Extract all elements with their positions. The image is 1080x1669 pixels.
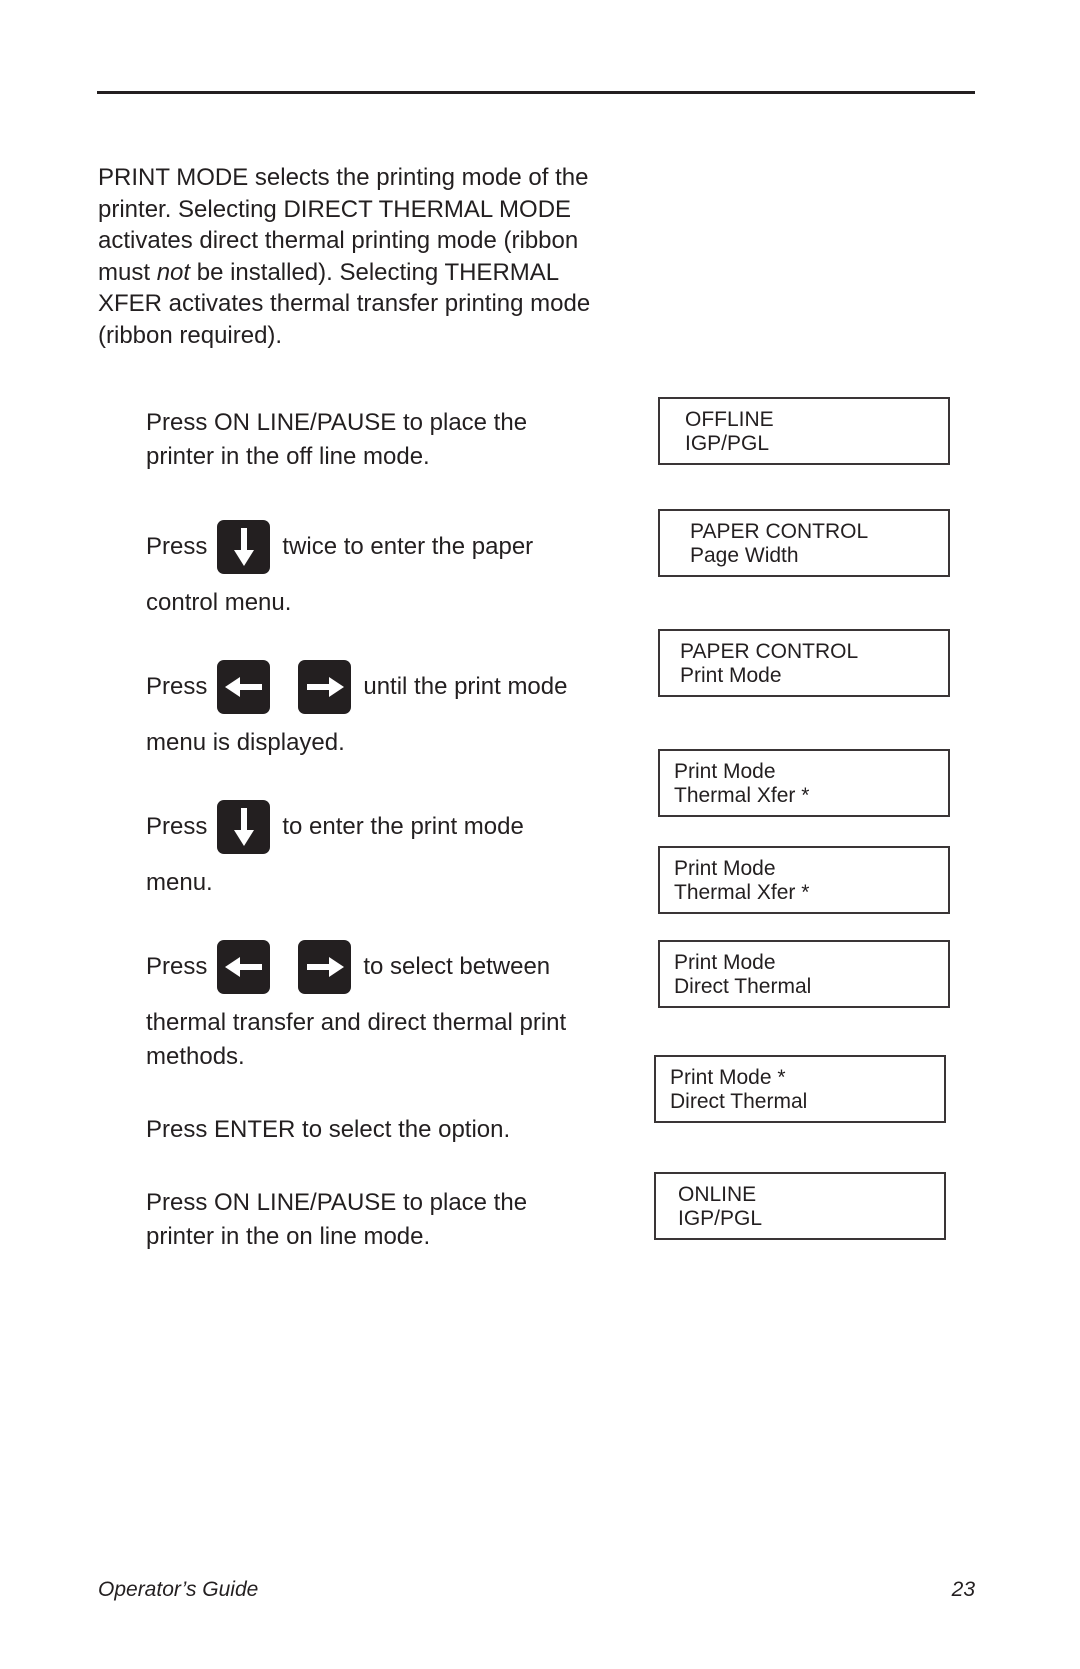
down-arrow-key-icon — [217, 800, 271, 854]
lcd-display: Print Mode * Direct Thermal — [654, 1055, 946, 1123]
lcd-line-1: Print Mode * — [670, 1066, 786, 1089]
step-continuation: control menu. — [146, 589, 292, 616]
lcd-line-2: Thermal Xfer * — [674, 784, 810, 807]
right-arrow-key-icon — [298, 660, 352, 714]
step-prefix: Press — [146, 813, 208, 840]
step-prefix: Press — [146, 673, 208, 700]
lcd-line-1: PAPER CONTROL — [690, 520, 869, 543]
lcd-line-1: PAPER CONTROL — [680, 640, 859, 663]
step-3: Press until the print mode menu is displ… — [146, 660, 567, 760]
step-suffix: to enter the print mode — [282, 813, 524, 840]
header-rule — [97, 91, 975, 94]
intro-paragraph: PRINT MODE selects the printing mode of … — [98, 162, 598, 351]
lcd-line-1: OFFLINE — [685, 408, 774, 431]
lcd-line-2: Direct Thermal — [670, 1090, 808, 1113]
step-6: Press ENTER to select the option. — [146, 1113, 510, 1147]
lcd-line-2: IGP/PGL — [678, 1207, 763, 1230]
lcd-display: PAPER CONTROL Print Mode — [658, 629, 950, 697]
step-5: Press to select between thermal transfer… — [146, 940, 576, 1074]
step-text: Press ENTER to select the option. — [146, 1116, 511, 1143]
lcd-display: OFFLINE IGP/PGL — [658, 397, 950, 465]
left-arrow-key-icon — [217, 940, 271, 994]
lcd-line-1: Print Mode — [674, 951, 776, 974]
lcd-line-1: Print Mode — [674, 760, 776, 783]
left-arrow-key-icon — [217, 660, 271, 714]
lcd-display: PAPER CONTROL Page Width — [658, 509, 950, 577]
lcd-line-2: IGP/PGL — [685, 432, 770, 455]
step-text: Press ON LINE/PAUSE to place the printer… — [146, 1189, 528, 1250]
step-prefix: Press — [146, 533, 208, 560]
step-continuation: menu is displayed. — [146, 729, 345, 756]
lcd-line-1: Print Mode — [674, 857, 776, 880]
lcd-line-2: Thermal Xfer * — [674, 881, 810, 904]
step-2: Press twice to enter the paper control m… — [146, 520, 533, 620]
step-continuation: thermal transfer and direct thermal prin… — [146, 1009, 567, 1070]
lcd-display: Print Mode Thermal Xfer * — [658, 749, 950, 817]
step-7: Press ON LINE/PAUSE to place the printer… — [146, 1186, 566, 1254]
lcd-line-1: ONLINE — [678, 1183, 757, 1206]
lcd-display: Print Mode Thermal Xfer * — [658, 846, 950, 914]
down-arrow-key-icon — [217, 520, 271, 574]
right-arrow-key-icon — [298, 940, 352, 994]
step-suffix: until the print mode — [363, 673, 568, 700]
step-continuation: menu. — [146, 869, 213, 896]
footer-title: Operator’s Guide — [98, 1578, 259, 1601]
page-number: 23 — [951, 1578, 975, 1601]
step-suffix: to select between — [363, 953, 551, 980]
lcd-line-2: Page Width — [690, 544, 799, 567]
step-1: Press ON LINE/PAUSE to place the printer… — [146, 406, 566, 474]
lcd-line-2: Print Mode — [680, 664, 782, 687]
lcd-display: ONLINE IGP/PGL — [654, 1172, 946, 1240]
step-prefix: Press — [146, 953, 208, 980]
step-suffix: twice to enter the paper — [282, 533, 534, 560]
intro-emphasis: not — [156, 258, 191, 286]
lcd-line-2: Direct Thermal — [674, 975, 812, 998]
step-text: Press ON LINE/PAUSE to place the printer… — [146, 409, 528, 470]
step-4: Press to enter the print mode menu. — [146, 800, 524, 900]
lcd-display: Print Mode Direct Thermal — [658, 940, 950, 1008]
